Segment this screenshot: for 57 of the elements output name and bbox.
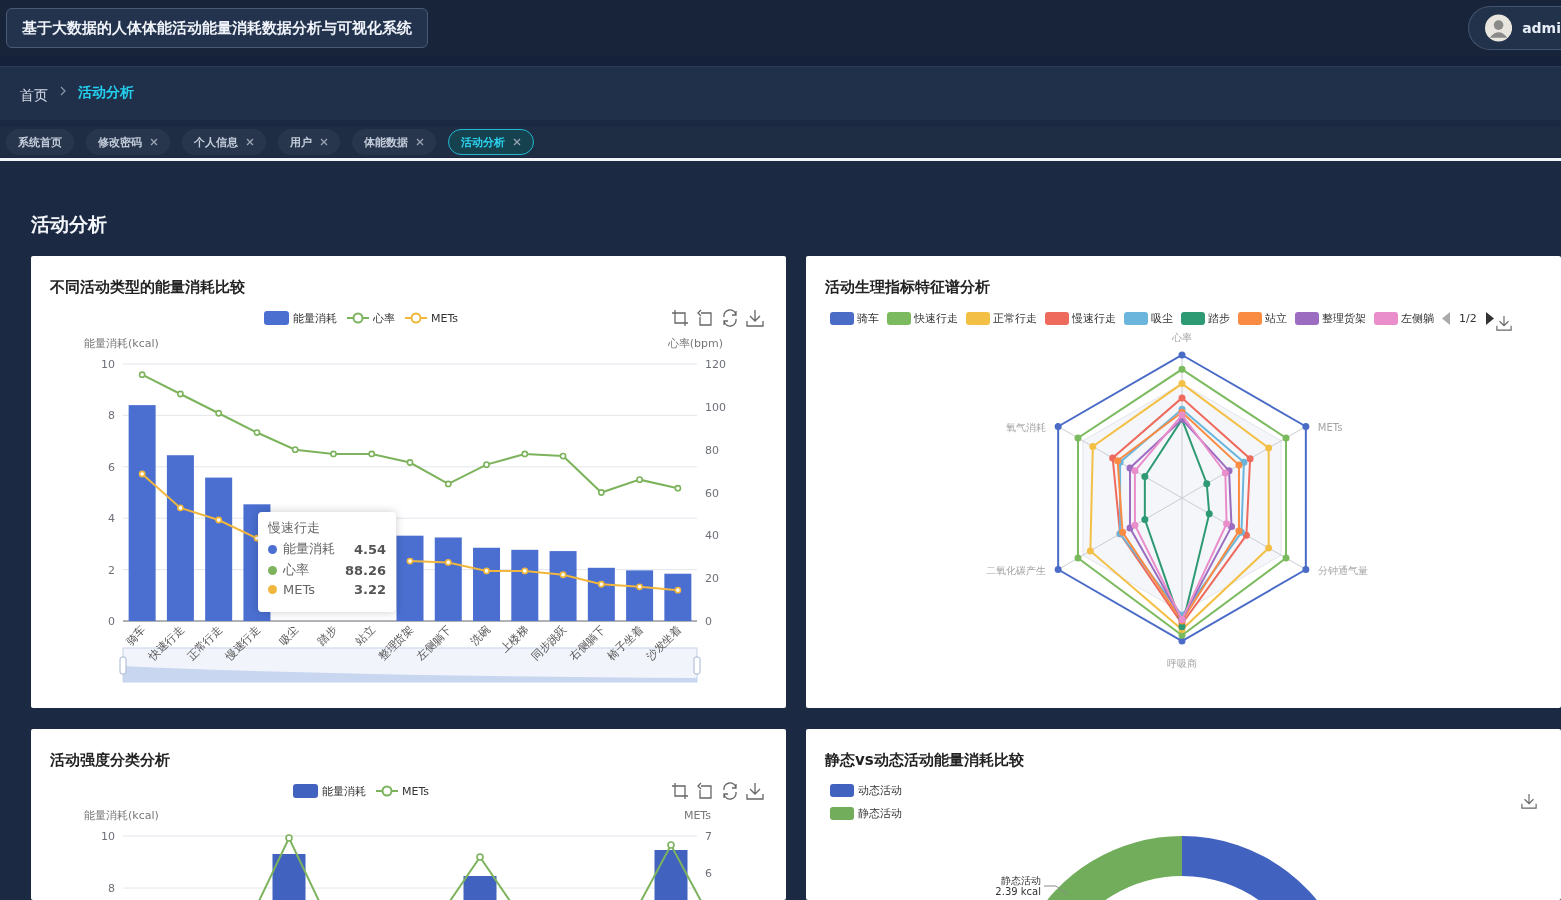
tick-label: 40 [705,529,719,543]
tick-label: 6 [705,867,712,880]
axis-label: 呼吸商 [1167,658,1197,669]
tick-label: 10 [101,358,115,371]
tick-label: 8 [108,409,115,423]
slice-label: 静态活动 [1001,875,1041,886]
tick-label: 60 [705,486,719,500]
category-label: 正常行走 [184,622,225,664]
tick-label: 4 [108,512,115,526]
category-label: 上楼梯 [498,622,531,656]
tick-label: 0 [705,615,712,628]
card-title: 活动强度分类分析 [49,750,171,771]
tick-label: 6 [108,460,115,474]
axis-label: 氧气消耗 [1006,421,1047,433]
series-name: METs [283,582,316,597]
axis-label: METs [1317,421,1343,433]
axis-label: 心率 [1172,332,1192,343]
category-label: 右侧躺下 [567,622,608,664]
tick-label: 20 [705,572,719,586]
tick-label: 7 [705,830,712,843]
category-label: 左侧躺下 [414,622,455,664]
card-title: 静态vs动态活动能量消耗比较 [823,750,1025,771]
axis-label: 分钟通气量 [1317,564,1368,576]
category-label: 洗碗 [467,622,493,648]
tooltip-title: 慢速行走 [268,519,321,537]
card-title: 活动生理指标特征谱分析 [824,277,991,298]
axis-title: METs [683,809,711,822]
category-label: 同步跳跃 [528,622,570,664]
category-label: 整理货架 [375,622,417,664]
axis-title: 心率(bpm) [667,337,723,350]
slice-value: 2.39 kcal [995,886,1041,897]
category-label: 快速行走 [146,622,187,664]
axis-title: 能量消耗(kcal) [84,337,159,350]
tick-label: 10 [101,830,115,843]
series-value: 88.26 [344,562,386,578]
tick-label: 100 [705,400,726,414]
series-name: 心率 [283,561,310,579]
category-label: 椅子坐着 [605,622,646,664]
category-label: 慢速行走 [222,622,264,664]
tick-label: 0 [108,615,115,628]
series-name: 能量消耗 [283,540,336,558]
series-value: 3.22 [353,582,386,597]
page-heading: 活动分析 [31,213,108,235]
tick-label: 2 [108,563,115,577]
category-label: 踏步 [314,622,340,648]
category-label: 站立 [353,622,378,648]
card-title: 不同活动类型的能量消耗比较 [49,277,246,298]
series-value: 4.54 [353,541,386,557]
axis-title: 能量消耗(kcal) [84,809,159,822]
system-title: 基于大数据的人体体能活动能量消耗数据分析与可视化系统 [6,8,428,48]
page-indicator: 1/2 [1459,311,1477,325]
tick-label: 80 [705,443,719,457]
category-label: 吸尘 [276,622,302,648]
category-label: 骑车 [123,622,149,648]
category-label: 沙发坐着 [643,622,684,664]
tick-label: 120 [705,358,726,371]
tick-label: 8 [108,882,115,895]
